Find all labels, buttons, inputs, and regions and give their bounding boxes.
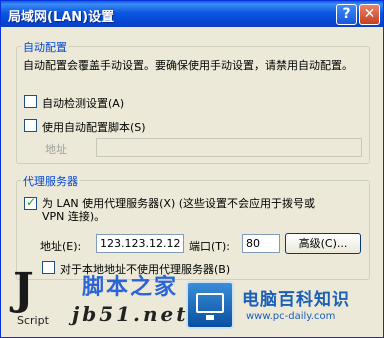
auto-detect-label[interactable]: 自动检测设置(A) [42, 95, 124, 111]
jb51-site-name: 脚本之家 [82, 275, 179, 300]
use-script-checkbox[interactable] [24, 119, 37, 132]
help-button[interactable]: ? [336, 4, 357, 25]
script-address-input[interactable] [96, 138, 362, 157]
jb51-logo-letter: J [13, 264, 34, 315]
jb51-logo-text: Script [17, 314, 49, 327]
monitor-icon [196, 293, 224, 313]
jb51-logo: J Script [5, 264, 75, 328]
proxy-address-input[interactable]: 123.123.12.12 [96, 234, 184, 253]
title-bar: 局域网(LAN)设置 ? ✕ [1, 1, 383, 27]
monitor-stand-icon [206, 315, 214, 320]
window-title: 局域网(LAN)设置 [8, 10, 115, 25]
proxy-port-input[interactable]: 80 [242, 234, 280, 253]
auto-config-legend: 自动配置 [21, 39, 69, 55]
close-button[interactable]: ✕ [359, 4, 380, 25]
proxy-port-label: 端口(T): [189, 240, 231, 253]
pc-daily-site-url: www.pc-daily.com [246, 311, 336, 322]
script-address-label: 地址 [45, 143, 67, 156]
advanced-button[interactable]: 高级(C)... [285, 233, 361, 254]
proxy-legend: 代理服务器 [21, 173, 80, 189]
auto-config-description: 自动配置会覆盖手动设置。要确保使用手动设置，请禁用自动配置。 [23, 59, 353, 72]
auto-detect-checkbox[interactable] [24, 95, 37, 108]
use-proxy-label-line2: VPN 连接)。 [42, 210, 106, 223]
proxy-address-label: 地址(E): [40, 240, 82, 253]
use-script-label[interactable]: 使用自动配置脚本(S) [42, 119, 146, 135]
pc-daily-logo-icon [186, 281, 234, 329]
jb51-site-url: jb51.net [72, 302, 189, 326]
pc-daily-site-name: 电脑百科知识 [242, 290, 350, 310]
use-proxy-checkbox[interactable] [24, 195, 37, 210]
